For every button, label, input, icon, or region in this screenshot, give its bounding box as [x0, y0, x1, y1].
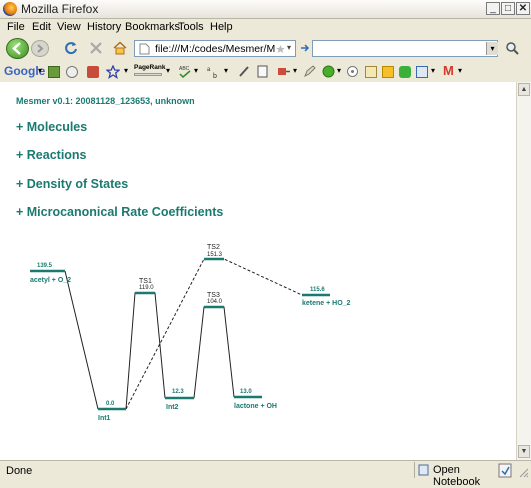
- status-tray-icon[interactable]: [498, 463, 512, 478]
- vertical-scrollbar[interactable]: ▲ ▼: [516, 82, 531, 460]
- status-text: Done: [6, 465, 33, 477]
- energy-ketene-ho2: 115.6: [310, 287, 325, 293]
- energy-ts1: 119.0: [139, 285, 154, 291]
- energy-levels: [30, 257, 330, 411]
- energy-int2: 12.3: [172, 389, 184, 395]
- name-acetyl-o2: acetyl + O_2: [30, 277, 71, 284]
- scroll-down-arrow-icon[interactable]: ▼: [518, 445, 530, 458]
- energy-ts3: 104.0: [207, 299, 223, 305]
- connector-int1-ts1-int2: [125, 292, 166, 410]
- connector-lines: [64, 258, 303, 410]
- open-notebook-label: Open Notebook: [433, 464, 481, 488]
- energy-acetyl-o2: 139.5: [37, 263, 53, 269]
- connector-int1-ts2-ketene: [125, 258, 303, 410]
- connector-reactant-int1: [64, 270, 99, 410]
- name-lactone-oh: lactone + OH: [234, 403, 277, 410]
- name-int2: Int2: [166, 404, 179, 411]
- name-ts3: TS3: [207, 292, 220, 299]
- notebook-status-icon: [418, 464, 429, 476]
- species-names: acetyl + O_2 Int1 Int2 lactone + OH kete…: [30, 277, 351, 422]
- energy-lactone-oh: 13.0: [240, 389, 252, 395]
- name-ketene-ho2: ketene + HO_2: [302, 300, 351, 307]
- status-bar: Done Open Notebook: [0, 460, 531, 488]
- resize-grip-icon[interactable]: [517, 466, 529, 478]
- energy-ts2: 151.3: [207, 252, 223, 258]
- name-ts2: TS2: [207, 244, 220, 251]
- energy-int1: 0.0: [106, 401, 115, 407]
- connector-int2-ts3-lactone: [193, 306, 235, 399]
- open-notebook-button[interactable]: Open Notebook: [414, 462, 498, 488]
- scroll-up-arrow-icon[interactable]: ▲: [518, 83, 530, 96]
- name-ts1: TS1: [139, 278, 152, 285]
- energy-diagram: 139.5 0.0 12.3 13.0 115.6 119.0 151.3 10…: [30, 244, 351, 422]
- name-int1: Int1: [98, 415, 111, 422]
